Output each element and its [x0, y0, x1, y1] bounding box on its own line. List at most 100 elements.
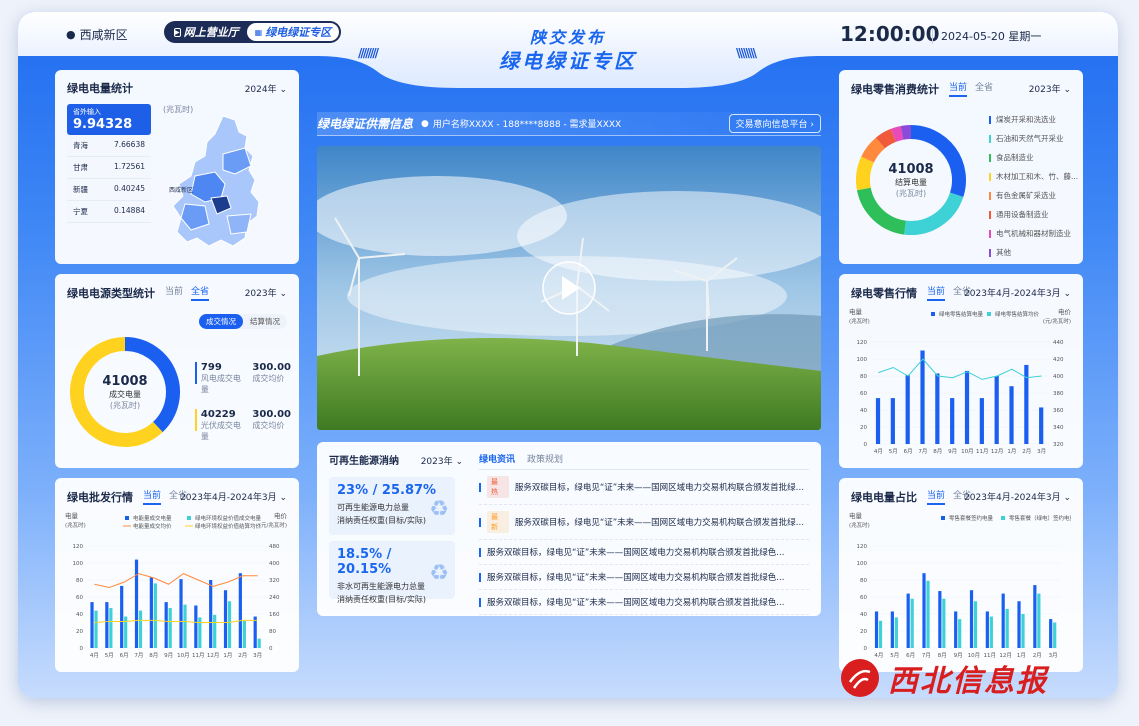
toggle-settle[interactable]: 结算情况	[243, 314, 287, 329]
share-title: 绿电电量占比	[851, 490, 917, 504]
bar	[149, 577, 153, 648]
chart-label: 20	[860, 629, 867, 635]
legend-swatch	[931, 312, 935, 316]
legend-swatch	[989, 115, 991, 124]
consume-legend-item: 煤炭开采和洗选业	[989, 114, 1081, 125]
chart-label: 0	[269, 646, 273, 652]
bar	[874, 611, 879, 648]
tab-consume-current[interactable]: 当前	[949, 80, 968, 97]
chart-label: 0	[864, 442, 868, 448]
share-period-select[interactable]: 2023年4月-2024年3月 ⌄	[964, 490, 1071, 503]
chart-label: 120	[73, 544, 84, 550]
province-name: 青海	[73, 141, 88, 150]
source-donut-center: 41008 成交电量 (兆瓦时)	[102, 374, 148, 410]
clock: 12:00:00	[840, 22, 940, 46]
consume-legend-item: 石油和天然气开采业	[989, 133, 1081, 144]
retail-market-chart: 电量(兆瓦时) 电价(元/兆瓦时) 绿电零售结算电量 绿电零售结算均价 0 20 40 60 8…	[849, 308, 1071, 455]
map-city-label: 西咸新区	[169, 186, 193, 194]
bar	[183, 604, 187, 648]
bar	[922, 573, 926, 648]
legend-swatch	[1001, 516, 1005, 520]
market-period-select[interactable]: 2023年4月-2024年3月 ⌄	[964, 286, 1071, 299]
legend-swatch	[989, 134, 991, 143]
generation-panel: 绿电电量统计 2024年 ⌄ 省外输入 9.94328 青海 7.66638 甘肃 1…	[55, 70, 299, 264]
toggle-deal[interactable]: 成交情况	[199, 314, 243, 329]
chart-label: 480	[269, 544, 280, 550]
chart-label: 40	[860, 408, 867, 414]
bar	[890, 398, 895, 444]
tab-wholesale-current[interactable]: 当前	[143, 488, 162, 505]
title-stripes-right-icon: \\\\\\\\	[736, 46, 757, 60]
bar	[994, 376, 999, 444]
trade-platform-link[interactable]: 交易意向信息平台 ›	[728, 114, 821, 133]
chart-label: 400	[1053, 374, 1064, 380]
chart-label: 1月	[1007, 448, 1016, 455]
renewable-year-select[interactable]: 2023年 ⌄	[421, 454, 463, 467]
bar	[1033, 585, 1037, 648]
news-item[interactable]: 服务双碳目标，绿电见“证”未来——国网区域电力交易机构联合颁发首批绿色...	[479, 565, 809, 590]
bar	[950, 398, 955, 444]
inbound-summary: 省外输入 9.94328	[67, 104, 151, 135]
tab-consume-province[interactable]: 全省	[975, 80, 993, 97]
tab-policy[interactable]: 政策规划	[527, 452, 563, 465]
chart-label: 11月	[976, 448, 989, 455]
bar	[1049, 619, 1053, 648]
news-item[interactable]: 服务双碳目标，绿电见“证”未来——国网区域电力交易机构联合颁发首批绿色...	[479, 540, 809, 565]
recycle-icon: ♻	[429, 561, 449, 586]
wind-farm-video[interactable]	[317, 146, 821, 430]
news-tag: 最热	[486, 476, 509, 498]
chart-label: 3月	[1037, 448, 1046, 455]
bar	[969, 590, 974, 648]
series-line	[94, 573, 258, 588]
bar	[238, 573, 242, 648]
chart-label: 120	[857, 544, 868, 550]
news-item[interactable]: 服务双碳目标，绿电见“证”未来——国网区域电力交易机构联合颁发首批绿色...	[479, 590, 809, 615]
chart-label: 12月	[991, 448, 1004, 455]
chart-label: 10月	[177, 652, 190, 659]
chart-label: 60	[76, 595, 83, 601]
chart-label: 绿电零售结算均价	[995, 310, 1040, 318]
news-item[interactable]: 最新 服务双碳目标，绿电见“证”未来——国网区域电力交易机构联合颁发首批绿色...	[479, 505, 809, 540]
chart-label: 绿电零售结算电量	[939, 310, 984, 318]
wholesale-period-select[interactable]: 2023年4月-2024年3月 ⌄	[180, 490, 287, 503]
province-value: 1.72561	[113, 162, 145, 171]
bar	[989, 616, 993, 648]
bar	[938, 591, 942, 648]
chart-label: 5月	[105, 652, 114, 659]
supply-info: 用户名称XXXX - 188****8888 - 需求量XXXX	[432, 120, 622, 130]
chart-label: 240	[269, 595, 280, 601]
tab-source-current[interactable]: 当前	[165, 284, 183, 301]
retail-market-title: 绿电零售行情	[851, 286, 917, 300]
bar	[958, 619, 962, 648]
chart-label: 100	[857, 357, 868, 363]
chart-label: 100	[857, 561, 868, 567]
bar	[1053, 622, 1057, 648]
tab-market-current[interactable]: 当前	[927, 284, 946, 301]
tab-share-current[interactable]: 当前	[927, 488, 946, 505]
consume-year-select[interactable]: 2023年 ⌄	[1029, 82, 1071, 95]
bar	[935, 373, 940, 444]
date-weekday: 2024-05-20 星期一	[932, 28, 1041, 44]
bar	[164, 602, 168, 648]
chart-label: 3月	[253, 652, 262, 659]
chart-label: (元/兆瓦时)	[259, 521, 287, 529]
generation-year-select[interactable]: 2024年 ⌄	[245, 82, 287, 95]
province-row: 青海 7.66638	[67, 135, 151, 157]
renewable-ratio-card: 18.5% / 20.15% 非水可再生能源电力总量 消纳责任权重(目标/实际) ♻	[329, 541, 455, 604]
chart-label: 8月	[933, 448, 942, 455]
chart-label: 80	[269, 629, 276, 635]
chart-label: 380	[1053, 391, 1064, 397]
supply-title: 绿电绿证供需信息	[317, 117, 414, 131]
chart-label: 10月	[961, 448, 974, 455]
bar	[964, 370, 970, 444]
tab-source-province[interactable]: 全省	[191, 284, 210, 301]
source-type-panel: 绿电电源类型统计 当前 全省 2023年 ⌄ 成交情况 结算情况 41008 成交…	[55, 274, 299, 468]
retail-market-panel: 绿电零售行情 当前 全省 2023年4月-2024年3月 ⌄ 电量 (兆瓦时) 电价(…	[839, 274, 1083, 468]
chart-label: 8月	[149, 652, 158, 659]
source-year-select[interactable]: 2023年 ⌄	[245, 286, 287, 299]
chart-label: 1月	[223, 652, 232, 659]
legend-swatch	[125, 516, 129, 520]
news-item[interactable]: 最热 服务双碳目标，绿电见“证”未来——国网区域电力交易机构联合颁发首批绿色...	[479, 470, 809, 505]
source-color-bar	[195, 362, 197, 384]
tab-news[interactable]: 绿电资讯	[479, 452, 515, 465]
